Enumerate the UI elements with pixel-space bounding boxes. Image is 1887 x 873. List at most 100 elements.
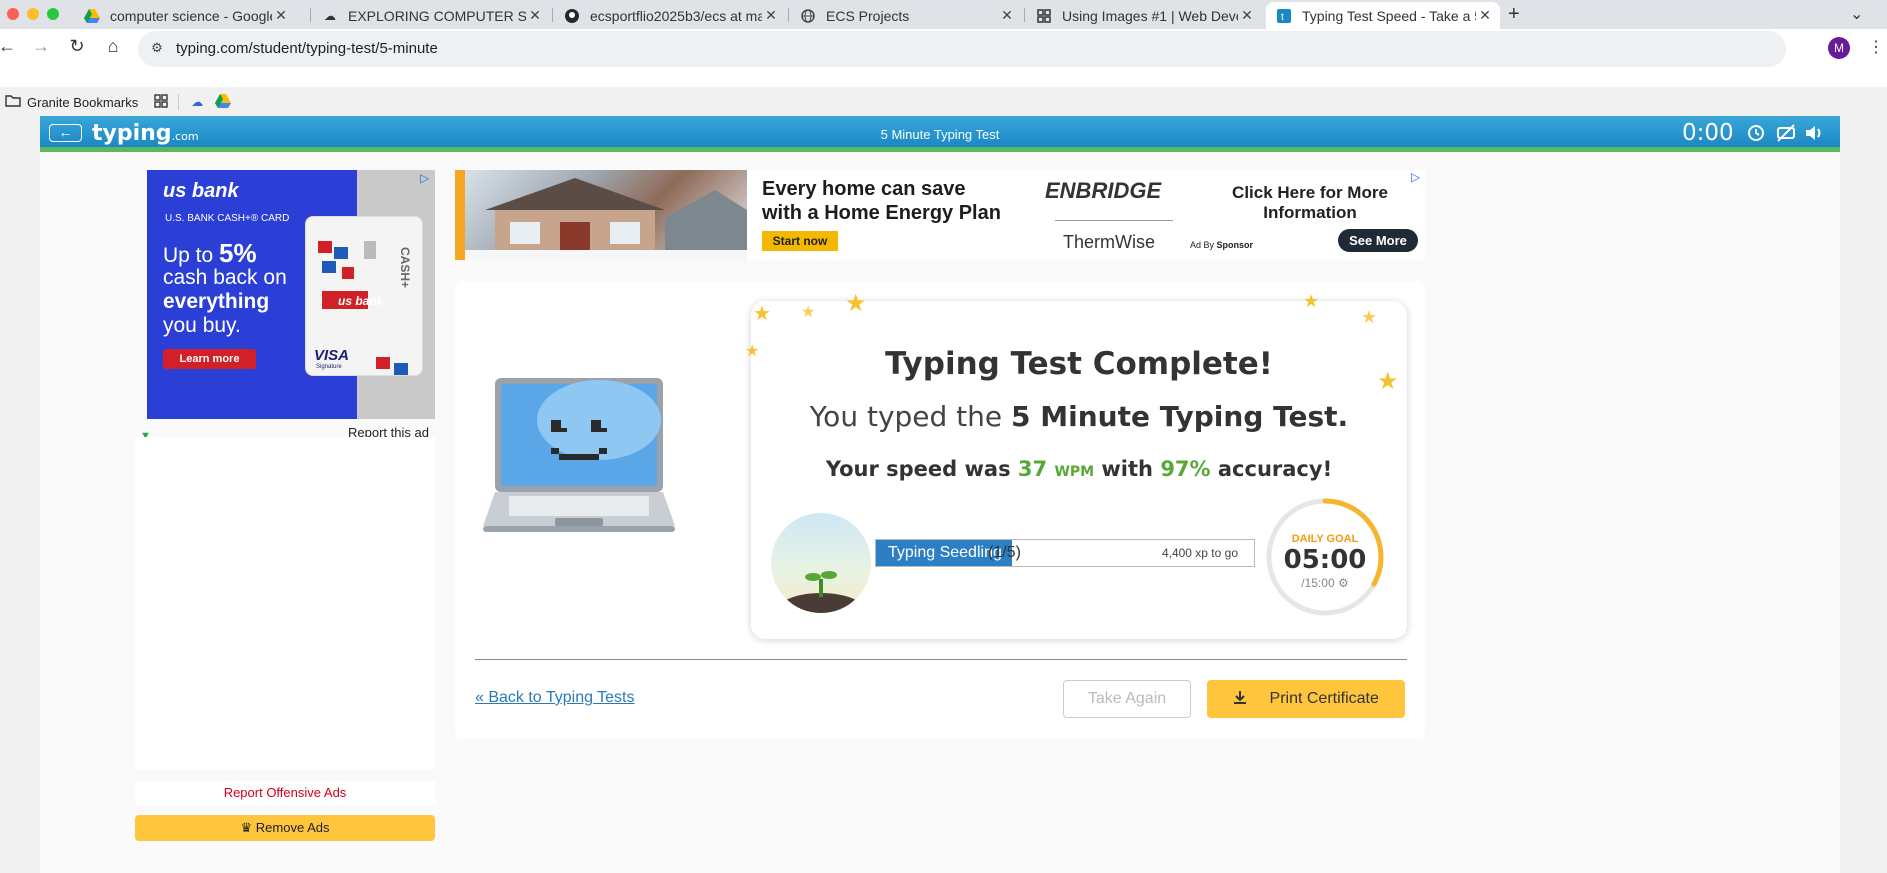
forward-arrow-icon[interactable]: →: [30, 35, 52, 57]
browser-tab[interactable]: Using Images #1 | Web Develo ✕: [1026, 2, 1262, 29]
ad-card-line: U.S. BANK CASH+® CARD: [165, 213, 290, 224]
tab-title: ecsportflio2025b3/ecs at mai: [590, 7, 762, 24]
start-now-button[interactable]: Start now: [762, 231, 838, 251]
wpm-unit: WPM: [1054, 464, 1095, 480]
level-name: Typing Seedling: [888, 544, 1002, 561]
google-drive-icon: [84, 8, 100, 24]
site-icon: ☁: [324, 8, 336, 23]
browser-tab-active[interactable]: t Typing Test Speed - Take a 5 ✕: [1266, 2, 1500, 29]
print-certificate-button[interactable]: Print Certificate: [1207, 680, 1405, 718]
section-divider: [475, 659, 1407, 660]
ad-by-label: Ad By Sponsor: [1190, 240, 1254, 250]
site-settings-icon[interactable]: ⚙: [148, 40, 166, 58]
browser-tab[interactable]: computer science - Google D ✕: [74, 2, 296, 29]
ad-placeholder: [135, 437, 435, 769]
gear-icon[interactable]: ⚙: [1338, 576, 1349, 590]
ad-headline-2: cash back on: [163, 266, 287, 289]
new-tab-button[interactable]: +: [1508, 3, 1520, 26]
profile-avatar[interactable]: M: [1828, 37, 1850, 59]
enbridge-logo: ENBRIDGE: [1045, 178, 1162, 203]
timer-display: 0:00: [1682, 120, 1734, 146]
banner-advertisement[interactable]: Every home can save with a Home Energy P…: [455, 170, 1425, 260]
browser-tab[interactable]: ecsportflio2025b3/ecs at mai ✕: [554, 2, 786, 29]
folder-icon: [5, 94, 21, 110]
xp-to-go: 4,400 xp to go: [1161, 546, 1238, 560]
history-icon[interactable]: [1746, 123, 1766, 148]
reload-icon[interactable]: ↻: [66, 35, 88, 57]
banner-divider: [1055, 220, 1173, 221]
laptop-mascot-image: [479, 376, 679, 536]
accuracy-value: 97%: [1160, 457, 1211, 481]
app-header: ← typing.com 5 Minute Typing Test 0:00: [40, 116, 1840, 152]
learn-more-button[interactable]: Learn more: [163, 349, 256, 369]
adchoices-icon[interactable]: ▷: [1411, 170, 1420, 184]
chevron-down-icon[interactable]: ⌄: [1850, 4, 1863, 24]
star-icon: ★: [753, 303, 771, 325]
close-icon[interactable]: ✕: [762, 7, 780, 24]
home-icon[interactable]: ⌂: [102, 35, 124, 57]
adchoices-icon[interactable]: ▷: [420, 171, 429, 185]
daily-goal-ring[interactable]: DAILY GOAL 05:00 /15:00 ⚙: [1263, 495, 1387, 619]
see-more-button[interactable]: See More: [1338, 229, 1418, 252]
google-drive-icon[interactable]: [215, 93, 232, 111]
take-again-button[interactable]: Take Again: [1063, 680, 1191, 718]
close-icon[interactable]: ✕: [272, 7, 290, 24]
ad-headline-3: everything: [163, 290, 270, 313]
report-offensive-ads-link[interactable]: Report Offensive Ads: [135, 781, 435, 805]
apps-grid-icon[interactable]: [154, 93, 168, 111]
wpm-value: 37: [1017, 457, 1048, 481]
minimize-window-button[interactable]: [27, 8, 39, 20]
side-advertisement[interactable]: us bank U.S. BANK CASH+® CARD Up to 5% c…: [147, 170, 435, 419]
close-icon[interactable]: ✕: [1238, 7, 1256, 24]
tab-title: ECS Projects: [826, 7, 910, 24]
test-complete-heading: Typing Test Complete!: [885, 346, 1273, 382]
bookmark-folder-granite[interactable]: Granite Bookmarks: [27, 95, 138, 110]
download-icon: [1233, 690, 1251, 707]
star-icon: ★: [1361, 307, 1378, 327]
menu-icon[interactable]: ⋮: [1868, 37, 1884, 57]
credit-card-image: us bank CASH+ VISA Signature: [305, 216, 423, 376]
house-photo: [455, 170, 747, 260]
tab-title: EXPLORING COMPUTER SCIE: [348, 7, 526, 24]
browser-tab-strip: computer science - Google D ✕ ☁ EXPLORIN…: [0, 0, 1887, 29]
banner-cta-text[interactable]: Click Here for More Information: [1210, 183, 1410, 223]
address-bar[interactable]: ⚙ typing.com/student/typing-test/5-minut…: [138, 31, 1786, 67]
banner-headline: Every home can save with a Home Energy P…: [762, 178, 1001, 224]
star-icon: ★: [801, 304, 816, 321]
daily-goal-total: /15:00 ⚙: [1301, 576, 1349, 590]
browser-tab[interactable]: ECS Projects ✕: [790, 2, 1022, 29]
remove-ads-button[interactable]: ♛ Remove Ads: [135, 815, 435, 841]
close-icon[interactable]: ✕: [1476, 7, 1494, 24]
back-arrow-icon[interactable]: ←: [0, 35, 18, 57]
tab-title: Using Images #1 | Web Develo: [1062, 7, 1238, 24]
close-icon[interactable]: ✕: [998, 7, 1016, 24]
star-icon: ★: [1303, 291, 1320, 311]
back-to-typing-tests-link[interactable]: « Back to Typing Tests: [475, 689, 635, 707]
tab-title: Typing Test Speed - Take a 5: [1302, 7, 1476, 24]
url-text[interactable]: typing.com/student/typing-test/5-minute: [176, 40, 438, 57]
grid-icon: [1036, 8, 1052, 24]
ad-headline: Up to 5%: [163, 238, 257, 268]
typed-test-line: You typed the 5 Minute Typing Test.: [809, 400, 1349, 433]
thermwise-logo: ThermWise: [1063, 232, 1156, 252]
ad-brand: us bank: [163, 180, 239, 202]
github-icon: [564, 8, 580, 24]
close-icon[interactable]: ✕: [526, 7, 544, 24]
keyboard-hide-icon[interactable]: [1776, 123, 1796, 148]
bookmark-site-icon[interactable]: ☁: [191, 95, 203, 109]
star-icon: ★: [845, 290, 867, 317]
card-tag: CASH+: [398, 247, 412, 289]
volume-icon[interactable]: [1804, 123, 1824, 148]
browser-tab[interactable]: ☁ EXPLORING COMPUTER SCIE ✕: [312, 2, 550, 29]
card-brand: us bank: [338, 294, 384, 308]
globe-icon: [800, 8, 816, 24]
level-step: (1/5): [988, 544, 1021, 561]
page-title: 5 Minute Typing Test: [880, 127, 1000, 142]
browser-toolbar: ← → ↻ ⌂ ⚙ typing.com/student/typing-test…: [0, 29, 1887, 110]
daily-goal-label: DAILY GOAL: [1291, 533, 1359, 545]
close-window-button[interactable]: [7, 8, 19, 20]
maximize-window-button[interactable]: [47, 8, 59, 20]
typing-icon: t: [1276, 8, 1292, 24]
print-certificate-label: Print Certificate: [1269, 690, 1379, 707]
bookmark-divider: [178, 94, 180, 110]
